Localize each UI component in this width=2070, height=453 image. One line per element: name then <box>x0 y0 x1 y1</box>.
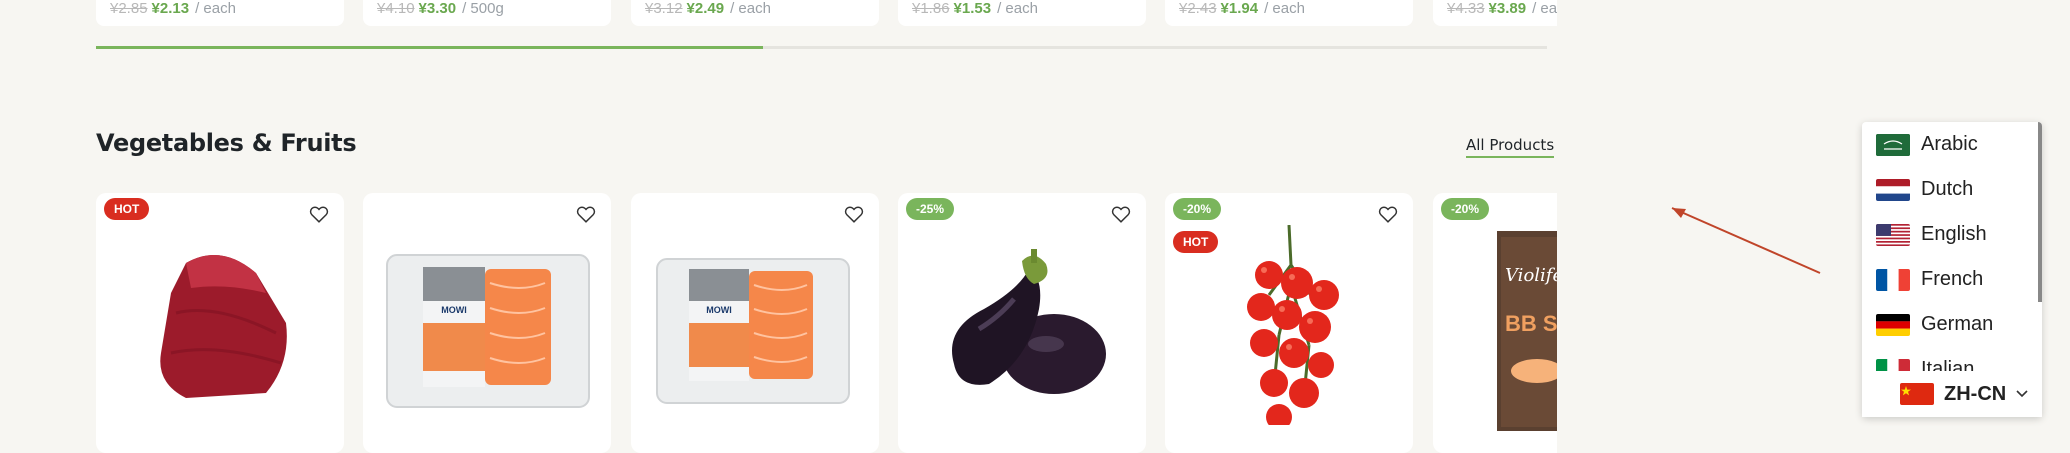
violife-slices-image: Violife BB SLIC <box>1497 231 1557 431</box>
price-unit: / each <box>195 0 236 17</box>
sale-price: ¥2.13 <box>151 0 190 17</box>
sale-price: ¥2.49 <box>686 0 725 17</box>
language-selector[interactable]: ZH-CN <box>1862 371 2042 417</box>
product-card[interactable]: MOWI <box>631 193 879 453</box>
old-price: ¥4.33 <box>1447 0 1485 17</box>
price-line: ¥4.33 ¥3.89 / ea <box>1447 0 1557 17</box>
language-option-french[interactable]: French <box>1862 257 2038 302</box>
language-option-english[interactable]: English <box>1862 212 2038 257</box>
salmon-pack-image: MOWI <box>386 254 590 408</box>
sale-price: ¥3.30 <box>418 0 457 17</box>
language-label: English <box>1921 223 1987 245</box>
language-list: Arabic Dutch English French German Itali… <box>1862 122 2038 390</box>
wishlist-heart-icon[interactable] <box>1377 203 1399 225</box>
price-unit: / each <box>997 0 1038 17</box>
salmon-pack-image: MOWI <box>656 258 850 404</box>
product-card-top[interactable]: ¥2.43 ¥1.94 / each <box>1165 0 1413 26</box>
sale-price: ¥1.94 <box>1220 0 1259 17</box>
sale-price: ¥1.53 <box>953 0 992 17</box>
old-price: ¥1.86 <box>912 0 950 17</box>
pack-brand-text: Violife <box>1505 265 1557 286</box>
language-option-arabic[interactable]: Arabic <box>1862 122 2038 167</box>
price-line: ¥1.86 ¥1.53 / each <box>912 0 1038 17</box>
product-card-top[interactable]: ¥3.12 ¥2.49 / each <box>631 0 879 26</box>
product-card[interactable]: -25% <box>898 193 1146 453</box>
language-option-german[interactable]: German <box>1862 302 2038 347</box>
france-flag-icon <box>1876 268 1910 291</box>
price-unit: / each <box>730 0 771 17</box>
hot-badge: HOT <box>104 198 150 220</box>
language-label: Arabic <box>1921 133 1978 155</box>
carousel-scrollbar-thumb[interactable] <box>96 46 764 49</box>
discount-badge: -20% <box>1173 198 1222 220</box>
product-card-top[interactable]: ¥4.33 ¥3.89 / ea <box>1433 0 1557 26</box>
annotation-arrow-icon <box>1671 207 1821 274</box>
product-card-top[interactable]: ¥4.10 ¥3.30 / 500g <box>363 0 611 26</box>
carousel-scrollbar[interactable] <box>96 46 1547 49</box>
china-flag-icon <box>1900 383 1934 405</box>
product-card[interactable]: HOT <box>96 193 344 453</box>
usa-flag-icon <box>1876 223 1910 246</box>
cherry-tomatoes-image <box>1247 225 1339 425</box>
language-label: French <box>1921 268 1984 290</box>
old-price: ¥3.12 <box>645 0 683 17</box>
old-price: ¥2.85 <box>110 0 148 17</box>
discount-badge: -25% <box>906 198 955 220</box>
saudi-arabia-flag-icon <box>1876 133 1910 156</box>
language-label: German <box>1921 313 1994 335</box>
price-line: ¥3.12 ¥2.49 / each <box>645 0 771 17</box>
old-price: ¥2.43 <box>1179 0 1217 17</box>
tuna-steak-image <box>160 255 287 398</box>
language-option-dutch[interactable]: Dutch <box>1862 167 2038 212</box>
discount-badge: -20% <box>1441 198 1490 220</box>
pack-product-text: BB SLIC <box>1505 311 1557 336</box>
wishlist-heart-icon[interactable] <box>1110 203 1132 225</box>
pack-brand-text: MOWI <box>441 305 467 315</box>
netherlands-flag-icon <box>1876 178 1910 201</box>
wishlist-heart-icon[interactable] <box>575 203 597 225</box>
price-line: ¥2.85 ¥2.13 / each <box>110 0 236 17</box>
product-card[interactable]: -20% Violife BB SLIC <box>1433 193 1557 453</box>
language-list-scrollbar[interactable] <box>2038 122 2042 302</box>
price-unit: / each <box>1264 0 1305 17</box>
old-price: ¥4.10 <box>377 0 415 17</box>
price-line: ¥2.43 ¥1.94 / each <box>1179 0 1305 17</box>
price-unit: / 500g <box>462 0 504 17</box>
section-title: Vegetables & Fruits <box>96 129 357 157</box>
all-products-link[interactable]: All Products <box>1466 136 1555 158</box>
sale-price: ¥3.89 <box>1488 0 1527 17</box>
carousel-edge <box>1557 170 1657 440</box>
language-label: Dutch <box>1921 178 1974 200</box>
germany-flag-icon <box>1876 313 1910 336</box>
selected-language-label: ZH-CN <box>1944 382 2007 405</box>
eggplant-image <box>952 249 1106 394</box>
wishlist-heart-icon[interactable] <box>843 203 865 225</box>
price-line: ¥4.10 ¥3.30 / 500g <box>377 0 504 17</box>
price-unit: / ea <box>1532 0 1557 17</box>
product-card[interactable]: -20% HOT <box>1165 193 1413 453</box>
hot-badge: HOT <box>1173 231 1219 253</box>
chevron-down-icon <box>2016 390 2028 398</box>
wishlist-heart-icon[interactable] <box>308 203 330 225</box>
product-card[interactable]: MOWI <box>363 193 611 453</box>
pack-brand-text: MOWI <box>706 305 732 315</box>
product-card-top[interactable]: ¥1.86 ¥1.53 / each <box>898 0 1146 26</box>
product-card-top[interactable]: ¥2.85 ¥2.13 / each <box>96 0 344 26</box>
